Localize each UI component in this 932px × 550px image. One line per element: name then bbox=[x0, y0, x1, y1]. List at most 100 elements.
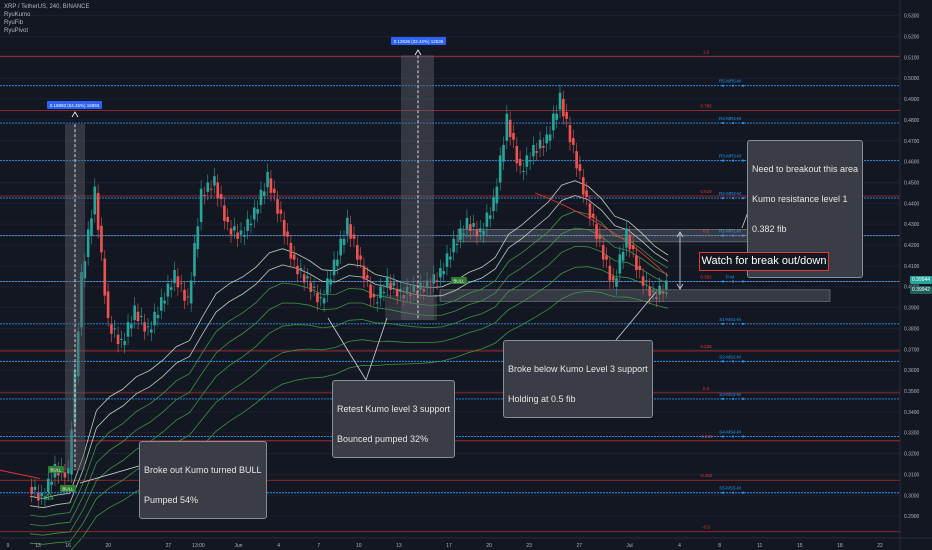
bull-label-text: BULL bbox=[62, 486, 74, 491]
bull-label-text: BULL bbox=[50, 467, 62, 472]
candle-body bbox=[591, 213, 595, 218]
pivot-level-label: R5-MR5-M bbox=[719, 79, 741, 84]
x-tick-label: Jul bbox=[626, 543, 632, 549]
candle-body bbox=[498, 155, 502, 183]
candle-body bbox=[249, 223, 253, 226]
x-tick-label: 13 bbox=[35, 543, 41, 549]
pivot-marker bbox=[741, 197, 745, 200]
fib-level-label: 0.236 bbox=[700, 344, 712, 349]
y-tick-label: 0.3900 bbox=[904, 306, 920, 312]
x-tick-label: 23 bbox=[526, 543, 532, 549]
candle-body bbox=[296, 265, 299, 275]
candle-body bbox=[478, 228, 482, 232]
candle-body bbox=[176, 276, 180, 288]
x-tick-label: 20 bbox=[486, 543, 492, 549]
candle-body bbox=[186, 296, 190, 298]
pivot-marker bbox=[741, 360, 745, 363]
candle-body bbox=[149, 329, 153, 333]
pivot-marker bbox=[721, 435, 725, 438]
candle-body bbox=[385, 276, 389, 288]
candle-body bbox=[299, 267, 303, 271]
fib-level-label: 0.618 bbox=[700, 189, 712, 194]
watch-breakout-box: Watch for break out/down bbox=[699, 252, 829, 271]
candle-body bbox=[226, 216, 230, 223]
indicator-label-ryukumo[interactable]: RyuKumo bbox=[4, 12, 30, 19]
candle-body bbox=[615, 277, 618, 287]
pivot-marker bbox=[721, 491, 725, 494]
pivot-marker bbox=[731, 280, 735, 283]
candle-body bbox=[389, 282, 392, 290]
candle-body bbox=[346, 217, 349, 235]
candle-body bbox=[568, 125, 572, 143]
y-tick-label: 0.5000 bbox=[904, 76, 920, 82]
candle-body bbox=[219, 193, 223, 200]
candle-body bbox=[276, 199, 279, 214]
candle-body bbox=[655, 297, 658, 299]
pivot-marker bbox=[721, 397, 725, 401]
candle-body bbox=[362, 265, 366, 280]
fib-level-label: 0.0 bbox=[703, 386, 710, 391]
x-tick-label: 4 bbox=[277, 543, 280, 549]
candle-body bbox=[611, 276, 615, 281]
y-tick-label: 0.5200 bbox=[904, 34, 920, 40]
x-tick-label: 15 bbox=[797, 543, 803, 549]
candle-body bbox=[306, 276, 309, 279]
pivot-marker bbox=[741, 121, 745, 125]
candle-body bbox=[203, 194, 206, 197]
y-tick-label: 0.3300 bbox=[904, 431, 920, 437]
candle-body bbox=[206, 182, 210, 192]
candle-body bbox=[236, 232, 239, 239]
candle-body bbox=[229, 228, 233, 235]
measure-tag-1-text: 0.16893 (54.45%) 16893 bbox=[50, 103, 100, 108]
y-tick-label: 0.2900 bbox=[904, 514, 920, 520]
candle-body bbox=[495, 186, 499, 204]
callout-resistance-line3: 0.382 fib bbox=[752, 224, 787, 234]
indicator-label-ryufib[interactable]: RyuFib bbox=[4, 20, 23, 27]
candle-body bbox=[282, 219, 286, 236]
candle-body bbox=[329, 279, 333, 285]
candle-body bbox=[302, 274, 306, 283]
candle-body bbox=[452, 238, 455, 253]
y-tick-label: 0.4400 bbox=[904, 201, 920, 207]
pivot-marker bbox=[731, 84, 735, 87]
support-zone bbox=[439, 289, 831, 302]
candle-body bbox=[492, 197, 495, 212]
candle-body bbox=[658, 285, 661, 295]
pivot-marker bbox=[731, 435, 735, 438]
candle-body bbox=[562, 99, 565, 117]
x-tick-label: 9 bbox=[7, 543, 10, 549]
candle-body bbox=[505, 113, 509, 141]
candle-body bbox=[286, 231, 289, 237]
pivot-marker bbox=[731, 159, 735, 162]
candle-body bbox=[359, 255, 362, 260]
pivot-marker bbox=[731, 360, 735, 363]
candle-body bbox=[625, 228, 628, 248]
candle-body bbox=[442, 271, 446, 275]
candle-body bbox=[379, 286, 382, 299]
candle-body bbox=[153, 311, 156, 326]
candle-body bbox=[86, 229, 90, 258]
candle-body bbox=[199, 188, 203, 223]
y-tick-label: 0.4800 bbox=[904, 118, 920, 124]
x-tick-label: 27 bbox=[577, 543, 583, 549]
candle-body bbox=[339, 238, 342, 256]
candle-body bbox=[336, 259, 339, 266]
candle-body bbox=[156, 314, 160, 319]
callout-breakdown: Broke below Kumo Level 3 support Holding… bbox=[503, 340, 653, 418]
candle-body bbox=[525, 155, 529, 167]
candle-body bbox=[392, 282, 396, 286]
y-tick-label: 0.3000 bbox=[904, 493, 920, 499]
candle-body bbox=[571, 138, 575, 145]
indicator-label-ryupivot[interactable]: RyuPivot bbox=[4, 28, 28, 35]
y-tick-label: 0.3800 bbox=[904, 326, 920, 332]
x-tick-label: 22 bbox=[877, 543, 883, 549]
fib-level-label: -0.5 bbox=[702, 525, 710, 530]
callout-retest-line2: Bounced pumped 32% bbox=[337, 434, 429, 444]
pivot-marker bbox=[731, 397, 735, 401]
candle-body bbox=[136, 311, 140, 322]
candle-body bbox=[213, 176, 216, 186]
candle-body bbox=[575, 151, 578, 169]
candle-body bbox=[113, 328, 117, 330]
pivot-marker bbox=[741, 159, 745, 162]
candle-body bbox=[482, 230, 485, 235]
